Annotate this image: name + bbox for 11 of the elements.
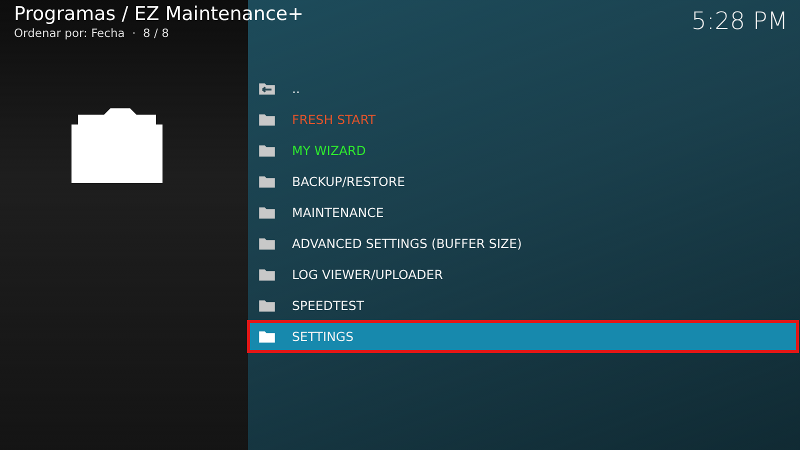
list-item[interactable]: SETTINGS bbox=[248, 321, 798, 352]
window-title: Programas / EZ Maintenance+ bbox=[14, 3, 304, 26]
list-item[interactable]: ADVANCED SETTINGS (BUFFER SIZE) bbox=[248, 228, 798, 259]
clock: 5:28 PM bbox=[691, 6, 788, 37]
list-item[interactable]: BACKUP/RESTORE bbox=[248, 166, 798, 197]
list-item[interactable]: MAINTENANCE bbox=[248, 197, 798, 228]
list-item[interactable]: SPEEDTEST bbox=[248, 290, 798, 321]
list-item[interactable]: LOG VIEWER/UPLOADER bbox=[248, 259, 798, 290]
list-item[interactable]: MY WIZARD bbox=[248, 135, 798, 166]
list-item[interactable]: .. bbox=[248, 73, 798, 104]
sort-info: Ordenar por: Fecha · 8 / 8 bbox=[14, 26, 170, 40]
